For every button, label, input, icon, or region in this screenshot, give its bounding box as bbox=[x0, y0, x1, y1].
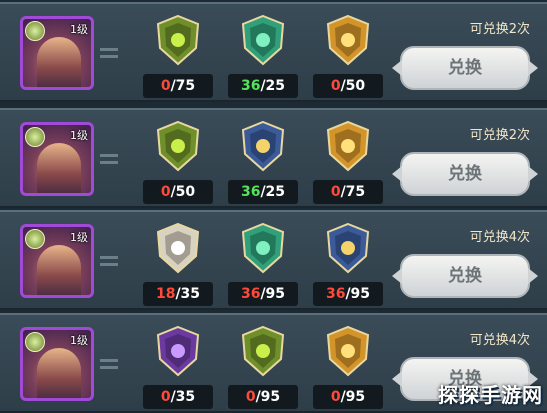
required-amount: /50 bbox=[170, 184, 196, 200]
cost-item: 0/75 bbox=[143, 14, 213, 100]
cost-count: 0/75 bbox=[143, 74, 213, 98]
hero-level: 1级 bbox=[70, 129, 88, 142]
owned-amount: 0 bbox=[245, 389, 256, 405]
cost-item: 36/95 bbox=[313, 222, 383, 308]
faction-icon bbox=[25, 21, 45, 41]
exchange-limit: 可兑换4次 bbox=[469, 333, 530, 348]
teal-leaf-icon[interactable] bbox=[239, 222, 287, 274]
owned-amount: 0 bbox=[160, 389, 171, 405]
hero-level: 1级 bbox=[70, 23, 88, 36]
cost-count: 36/25 bbox=[228, 180, 298, 204]
cost-item: 0/75 bbox=[313, 120, 383, 206]
exchange-limit: 可兑换4次 bbox=[469, 230, 530, 245]
required-amount: /95 bbox=[255, 389, 281, 405]
hero-figure bbox=[37, 245, 81, 295]
exchange-button[interactable]: 兑换 bbox=[392, 46, 538, 90]
owned-amount: 36 bbox=[240, 184, 261, 200]
required-amount: /75 bbox=[170, 78, 196, 94]
green-eye-icon[interactable] bbox=[154, 14, 202, 66]
owned-amount: 36 bbox=[240, 286, 261, 302]
owned-amount: 36 bbox=[240, 78, 261, 94]
blue-star-icon[interactable] bbox=[324, 222, 372, 274]
required-amount: /25 bbox=[260, 78, 286, 94]
cost-count: 18/35 bbox=[143, 282, 213, 306]
exchange-row: 1级 18/35 36/95 36/95 可兑换4次 兑换 bbox=[0, 210, 547, 310]
cost-count: 36/95 bbox=[228, 282, 298, 306]
owned-amount: 0 bbox=[330, 184, 341, 200]
cost-item: 0/95 bbox=[228, 325, 298, 411]
cost-count: 0/50 bbox=[313, 74, 383, 98]
equals-icon bbox=[100, 154, 118, 164]
hero-figure bbox=[37, 348, 81, 398]
owned-amount: 18 bbox=[155, 286, 176, 302]
cost-item: 36/25 bbox=[228, 120, 298, 206]
hero-level: 1级 bbox=[70, 231, 88, 244]
cost-item: 36/95 bbox=[228, 222, 298, 308]
owned-amount: 36 bbox=[325, 286, 346, 302]
required-amount: /50 bbox=[340, 78, 366, 94]
required-amount: /95 bbox=[345, 286, 371, 302]
teal-leaf-icon[interactable] bbox=[239, 14, 287, 66]
gold-sun-icon[interactable] bbox=[324, 325, 372, 377]
cost-count: 36/95 bbox=[313, 282, 383, 306]
cost-item: 18/35 bbox=[143, 222, 213, 308]
equals-icon bbox=[100, 48, 118, 58]
cost-count: 0/75 bbox=[313, 180, 383, 204]
owned-amount: 0 bbox=[330, 389, 341, 405]
green-eye-icon[interactable] bbox=[239, 325, 287, 377]
hero-level: 1级 bbox=[70, 334, 88, 347]
exchange-button[interactable]: 兑换 bbox=[392, 254, 538, 298]
dark-vampire-portrait[interactable]: 1级 bbox=[20, 327, 94, 401]
dark-armored-warrior-portrait[interactable]: 1级 bbox=[20, 16, 94, 90]
required-amount: /35 bbox=[175, 286, 201, 302]
exchange-row: 1级 0/50 36/25 0/75 可兑换2次兑换 bbox=[0, 108, 547, 208]
blue-star-icon[interactable] bbox=[239, 120, 287, 172]
owned-amount: 0 bbox=[160, 78, 171, 94]
exchange-row: 1级 0/75 36/25 0/50 可兑换2次兑换 bbox=[0, 2, 547, 102]
cost-item: 0/50 bbox=[313, 14, 383, 100]
red-haired-mage-portrait[interactable]: 1级 bbox=[20, 122, 94, 196]
watermark-text: 探探手游网 bbox=[438, 383, 543, 407]
owned-amount: 0 bbox=[160, 184, 171, 200]
exchange-limit: 可兑换2次 bbox=[469, 128, 530, 143]
hero-figure bbox=[37, 143, 81, 193]
white-star-icon[interactable] bbox=[154, 222, 202, 274]
cost-item: 36/25 bbox=[228, 14, 298, 100]
cost-count: 0/95 bbox=[313, 385, 383, 409]
required-amount: /95 bbox=[340, 389, 366, 405]
orange-haired-elf-portrait[interactable]: 1级 bbox=[20, 224, 94, 298]
exchange-limit: 可兑换2次 bbox=[469, 22, 530, 37]
cost-count: 36/25 bbox=[228, 74, 298, 98]
cost-count: 0/50 bbox=[143, 180, 213, 204]
cost-item: 0/95 bbox=[313, 325, 383, 411]
required-amount: /75 bbox=[340, 184, 366, 200]
cost-count: 0/95 bbox=[228, 385, 298, 409]
required-amount: /95 bbox=[260, 286, 286, 302]
required-amount: /25 bbox=[260, 184, 286, 200]
site-watermark: 探探手游网 bbox=[413, 376, 543, 410]
hero-figure bbox=[37, 37, 81, 87]
purple-crystal-icon[interactable] bbox=[154, 325, 202, 377]
equals-icon bbox=[100, 256, 118, 266]
cost-count: 0/35 bbox=[143, 385, 213, 409]
faction-icon bbox=[25, 332, 45, 352]
green-eye-icon[interactable] bbox=[154, 120, 202, 172]
gold-sun-icon[interactable] bbox=[324, 120, 372, 172]
owned-amount: 0 bbox=[330, 78, 341, 94]
gold-sun-icon[interactable] bbox=[324, 14, 372, 66]
faction-icon bbox=[25, 229, 45, 249]
required-amount: /35 bbox=[170, 389, 196, 405]
faction-icon bbox=[25, 127, 45, 147]
cost-item: 0/35 bbox=[143, 325, 213, 411]
cost-item: 0/50 bbox=[143, 120, 213, 206]
exchange-button[interactable]: 兑换 bbox=[392, 152, 538, 196]
equals-icon bbox=[100, 359, 118, 369]
